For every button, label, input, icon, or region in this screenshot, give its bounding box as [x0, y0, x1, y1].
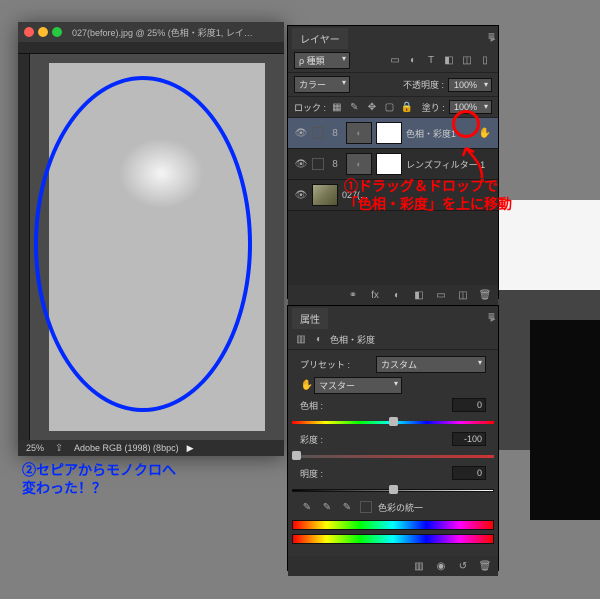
sat-label: 彩度 : — [300, 433, 323, 446]
collapse-icon: ▸ — [490, 34, 495, 45]
titlebar[interactable]: 027(before).jpg @ 25% (色相・彩度1, レイ… — [18, 22, 284, 42]
visibility-icon[interactable]: 👁 — [294, 188, 308, 202]
lock-position-icon[interactable]: ✥ — [365, 100, 379, 114]
preset-label: プリセット : — [300, 358, 350, 371]
layer-fx-icon[interactable]: fx — [368, 288, 382, 302]
lock-label: ロック : — [294, 101, 326, 114]
annotation-text-2: ②セピアからモノクロへ 変わった！？ — [22, 462, 176, 497]
panel-grip[interactable]: ▸ — [488, 26, 498, 298]
color-profile: Adobe RGB (1998) (8bpc) — [74, 443, 179, 453]
view-previous-icon[interactable]: ◉ — [434, 559, 448, 573]
reset-icon[interactable]: ↺ — [456, 559, 470, 573]
opacity-field[interactable]: 100% — [448, 78, 492, 92]
layer-lens-filter[interactable]: 👁 8 ◐ レンズフィルター 1 — [288, 149, 498, 180]
clip-mask-icon[interactable] — [312, 127, 324, 139]
clip-to-layer-icon[interactable]: ▥ — [412, 559, 426, 573]
fill-label: 塗り : — [422, 101, 445, 114]
eyedropper-plus-icon[interactable]: ✎ — [320, 500, 334, 514]
layers-empty-area — [288, 211, 498, 285]
visibility-icon[interactable]: 👁 — [294, 126, 308, 140]
zoom-value[interactable]: 25% — [26, 443, 44, 453]
minimize-icon[interactable] — [38, 27, 48, 37]
filter-smart-icon[interactable]: ◫ — [460, 54, 474, 68]
layer-name[interactable]: 色相・彩度1 — [406, 127, 474, 140]
ruler-vertical[interactable] — [18, 54, 30, 440]
lock-all-icon[interactable]: 🔒 — [400, 100, 414, 114]
lock-pixels-icon[interactable]: ✎ — [348, 100, 362, 114]
adjustment-thumb[interactable]: ◐ — [346, 153, 372, 175]
ruler-horizontal[interactable] — [18, 42, 284, 54]
link-icon[interactable]: 8 — [328, 157, 342, 171]
attributes-footer: ▥ ◉ ↺ 🗑 — [288, 556, 498, 576]
slider-thumb-icon[interactable] — [292, 451, 301, 460]
layer-hue-saturation[interactable]: 👁 8 ◐ 色相・彩度1 ✋ — [288, 118, 498, 149]
share-icon[interactable]: ⇪ — [52, 441, 66, 455]
layer-mask-thumb[interactable] — [376, 122, 402, 144]
layer-mask-thumb[interactable] — [376, 153, 402, 175]
attributes-panel: 属性 ≡ ▥ ◐ 色相・彩度 プリセット : カスタム ✋ マスター 色相 :0… — [288, 306, 498, 570]
hue-strip-top — [292, 520, 494, 530]
channel-select[interactable]: マスター — [314, 377, 402, 394]
blend-mode-select[interactable]: カラー — [294, 76, 350, 93]
new-group-icon[interactable]: ▭ — [434, 288, 448, 302]
fill-field[interactable]: 100% — [449, 100, 492, 114]
document-title: 027(before).jpg @ 25% (色相・彩度1, レイ… — [72, 26, 253, 39]
annotation-text-1: ①ドラッグ＆ドロップで 「色相・彩度」を上に移動 — [344, 178, 512, 213]
hue-slider[interactable] — [292, 416, 494, 428]
filter-type-icon[interactable]: T — [424, 54, 438, 68]
slider-thumb-icon[interactable] — [389, 485, 398, 494]
eyedropper-minus-icon[interactable]: ✎ — [340, 500, 354, 514]
tab-attributes[interactable]: 属性 — [292, 308, 328, 329]
filter-shape-icon[interactable]: ◧ — [442, 54, 456, 68]
collapse-icon: ▸ — [490, 314, 495, 325]
preset-select[interactable]: カスタム — [376, 356, 486, 373]
new-layer-icon[interactable]: ◫ — [456, 288, 470, 302]
document-window: 027(before).jpg @ 25% (色相・彩度1, レイ… 25% ⇪… — [18, 22, 284, 456]
adjustment-thumb[interactable]: ◐ — [346, 122, 372, 144]
close-icon[interactable] — [24, 27, 34, 37]
layers-panel: レイヤー ≡ ρ 種類 ▭ ◐ T ◧ ◫ ▯ カラー 不透明度 : 100% … — [288, 26, 498, 298]
attributes-title: 色相・彩度 — [330, 333, 375, 346]
hue-strip-bottom — [292, 534, 494, 544]
eyedropper-icon[interactable]: ✎ — [300, 500, 314, 514]
sat-field[interactable]: -100 — [452, 432, 486, 446]
filter-adjust-icon[interactable]: ◐ — [406, 54, 420, 68]
image-thumb[interactable] — [312, 184, 338, 206]
adjustment-mode-icon[interactable]: ◐ — [312, 332, 326, 346]
panel-grip[interactable]: ▸ — [488, 306, 498, 570]
zoom-icon[interactable] — [52, 27, 62, 37]
link-layers-icon[interactable]: ⚭ — [346, 288, 360, 302]
hue-field[interactable]: 0 — [452, 398, 486, 412]
hue-label: 色相 : — [300, 399, 323, 412]
mask-mode-icon[interactable]: ▥ — [294, 332, 308, 346]
colorize-label: 色彩の統一 — [378, 501, 423, 514]
add-mask-icon[interactable]: ◐ — [390, 288, 404, 302]
sat-slider[interactable] — [292, 450, 494, 462]
lock-transparency-icon[interactable]: ▦ — [330, 100, 344, 114]
tab-layers[interactable]: レイヤー — [292, 28, 348, 49]
canvas[interactable] — [30, 54, 284, 440]
clip-mask-icon[interactable] — [312, 158, 324, 170]
document-image — [49, 63, 265, 431]
colorize-checkbox[interactable] — [360, 501, 372, 513]
light-slider[interactable] — [292, 484, 494, 496]
hand-sampler-icon[interactable]: ✋ — [300, 379, 314, 393]
filter-image-icon[interactable]: ▭ — [388, 54, 402, 68]
filter-kind-select[interactable]: ρ 種類 — [294, 52, 350, 69]
slider-thumb-icon[interactable] — [389, 417, 398, 426]
light-label: 明度 : — [300, 467, 323, 480]
opacity-label: 不透明度 : — [403, 78, 444, 91]
new-adjustment-icon[interactable]: ◧ — [412, 288, 426, 302]
layer-name[interactable]: レンズフィルター 1 — [406, 158, 492, 171]
lock-artboard-icon[interactable]: ▢ — [383, 100, 397, 114]
layers-footer: ⚭ fx ◐ ◧ ▭ ◫ 🗑 — [288, 285, 498, 305]
status-bar: 25% ⇪ Adobe RGB (1998) (8bpc) ▶ — [18, 440, 284, 456]
light-field[interactable]: 0 — [452, 466, 486, 480]
chevron-right-icon[interactable]: ▶ — [187, 443, 194, 454]
visibility-icon[interactable]: 👁 — [294, 157, 308, 171]
link-icon[interactable]: 8 — [328, 126, 342, 140]
